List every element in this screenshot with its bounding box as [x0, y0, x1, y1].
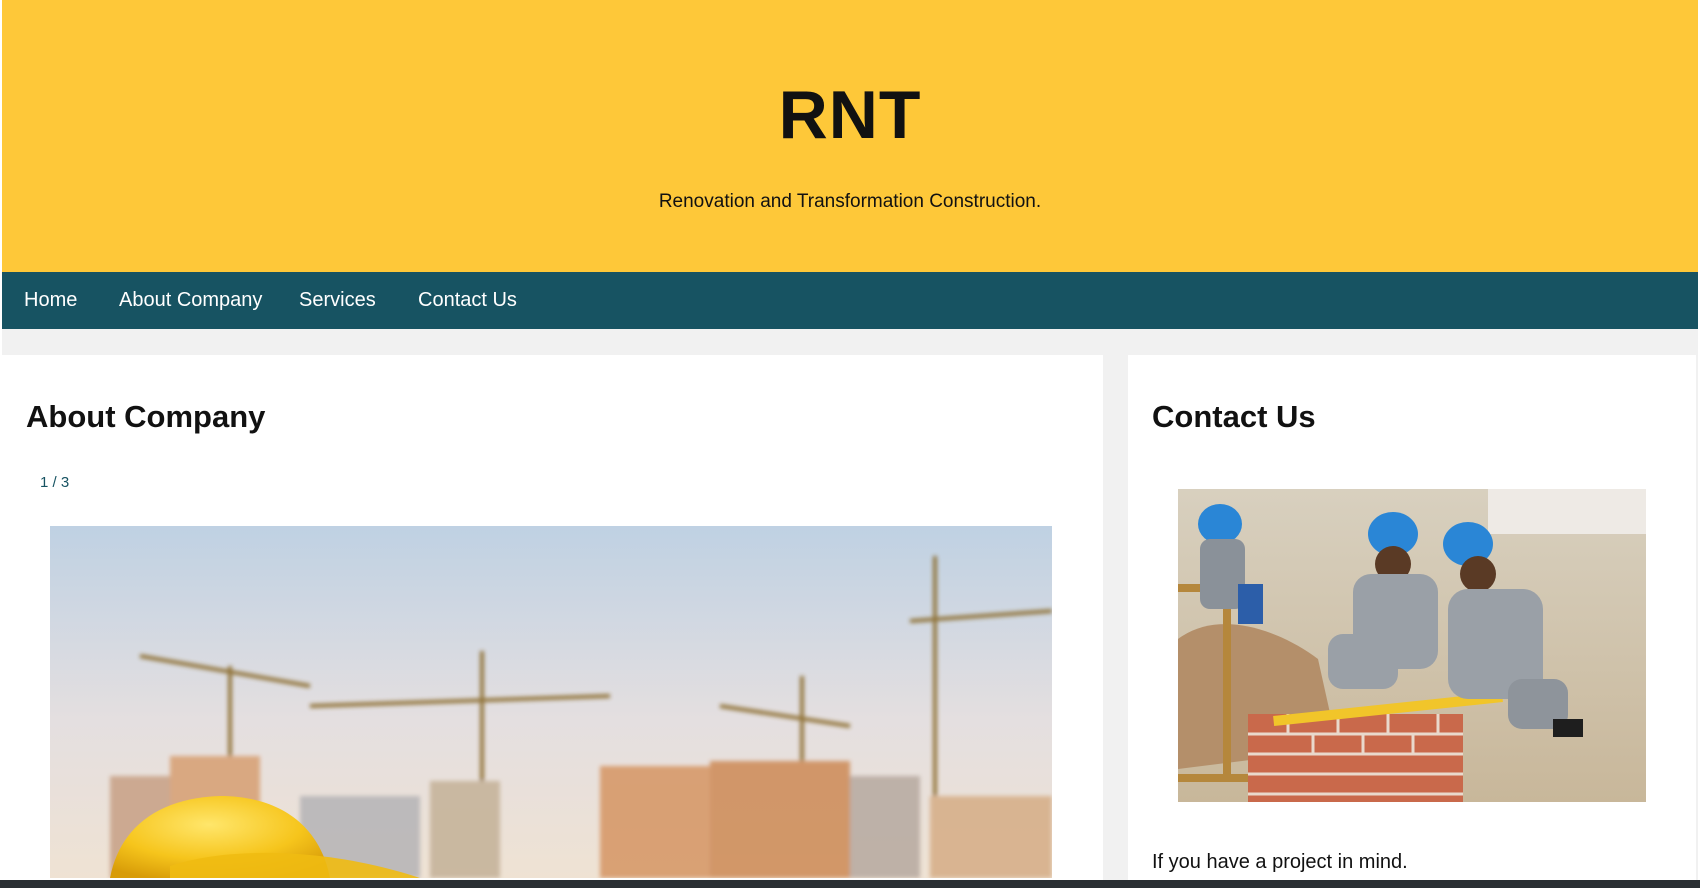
main-nav: Home About Company Services Contact Us	[2, 272, 1698, 329]
contact-image	[1178, 489, 1646, 802]
nav-about-company[interactable]: About Company	[99, 272, 282, 329]
about-slide-image[interactable]	[50, 526, 1052, 878]
about-heading: About Company	[26, 399, 266, 434]
site-tagline: Renovation and Transformation Constructi…	[658, 191, 1042, 212]
nav-home[interactable]: Home	[4, 272, 97, 329]
nav-contact-us[interactable]: Contact Us	[398, 272, 537, 329]
site-title: RNT	[778, 77, 922, 153]
nav-services[interactable]: Services	[279, 272, 396, 329]
construction-workers-bricklaying-image	[1178, 489, 1646, 802]
bottom-bar	[0, 880, 1700, 888]
slide-counter: 1 / 3	[40, 474, 70, 491]
contact-heading: Contact Us	[1152, 399, 1316, 434]
contact-text: If you have a project in mind.	[1152, 851, 1408, 873]
site-header: RNT Renovation and Transformation Constr…	[2, 0, 1698, 272]
construction-cranes-hardhat-image	[50, 526, 1052, 878]
